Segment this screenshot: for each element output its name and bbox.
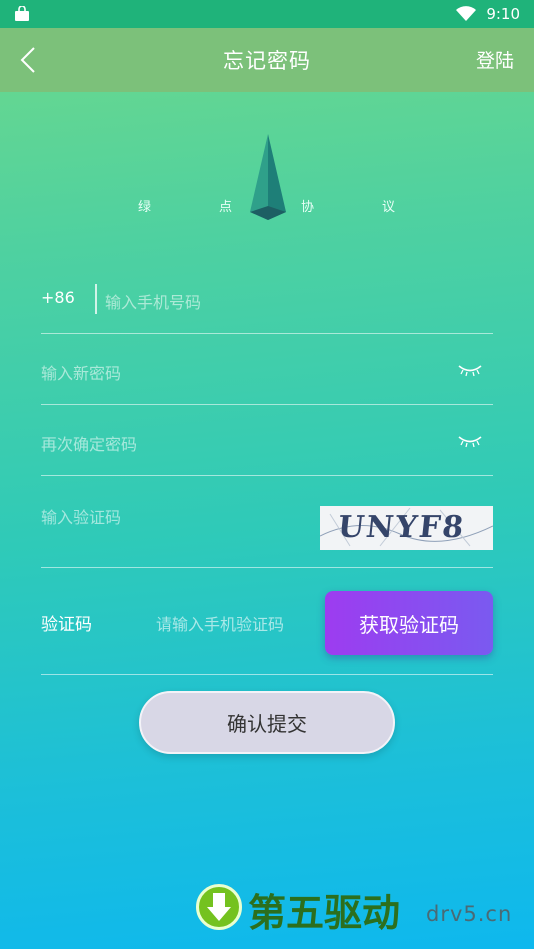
eye-closed-icon[interactable] <box>457 434 483 448</box>
sms-code-input[interactable]: 请输入手机验证码 <box>156 611 284 635</box>
confirm-password-field[interactable]: 再次确定密码 <box>41 406 493 476</box>
download-arrow-icon <box>196 884 242 930</box>
pyramid-logo-icon <box>250 134 286 220</box>
confirm-password-input[interactable]: 再次确定密码 <box>41 431 137 455</box>
app-bar: 忘记密码 登陆 <box>0 28 534 92</box>
logo-letter: 协 <box>301 200 315 215</box>
get-code-button[interactable]: 获取验证码 <box>325 591 493 655</box>
new-password-field[interactable]: 输入新密码 <box>41 335 493 405</box>
status-bar: 9:10 <box>0 0 534 28</box>
captcha-input[interactable]: 输入验证码 <box>41 504 121 528</box>
country-code[interactable]: +86 <box>41 288 75 307</box>
chevron-left-icon[interactable] <box>14 44 46 76</box>
status-time: 9:10 <box>486 5 520 23</box>
logo-letter: 议 <box>382 200 396 215</box>
logo-letter: 绿 <box>138 200 152 215</box>
watermark-name: 第五驱动 <box>248 891 401 935</box>
captcha-image[interactable]: UNYF8 <box>320 506 493 550</box>
login-link[interactable]: 登陆 <box>476 46 514 73</box>
logo-letter: 点 <box>219 200 233 215</box>
phone-input[interactable]: 输入手机号码 <box>105 289 201 313</box>
field-divider <box>95 284 97 314</box>
captcha-field[interactable]: 输入验证码 UNYF8 <box>41 477 493 568</box>
eye-closed-icon[interactable] <box>457 363 483 377</box>
shopping-bag-icon <box>15 6 29 21</box>
page-title: 忘记密码 <box>223 49 311 73</box>
sms-code-label: 验证码 <box>41 615 92 635</box>
submit-button[interactable]: 确认提交 <box>139 691 395 754</box>
wifi-icon <box>456 6 477 21</box>
watermark: 第五驱动 drv5.cn <box>196 880 526 940</box>
new-password-input[interactable]: 输入新密码 <box>41 360 121 384</box>
watermark-url: drv5.cn <box>426 902 513 926</box>
phone-field[interactable]: +86 输入手机号码 <box>41 264 493 334</box>
sms-code-row: 验证码 请输入手机验证码 获取验证码 <box>41 568 493 675</box>
captcha-text: UNYF8 <box>336 510 468 545</box>
